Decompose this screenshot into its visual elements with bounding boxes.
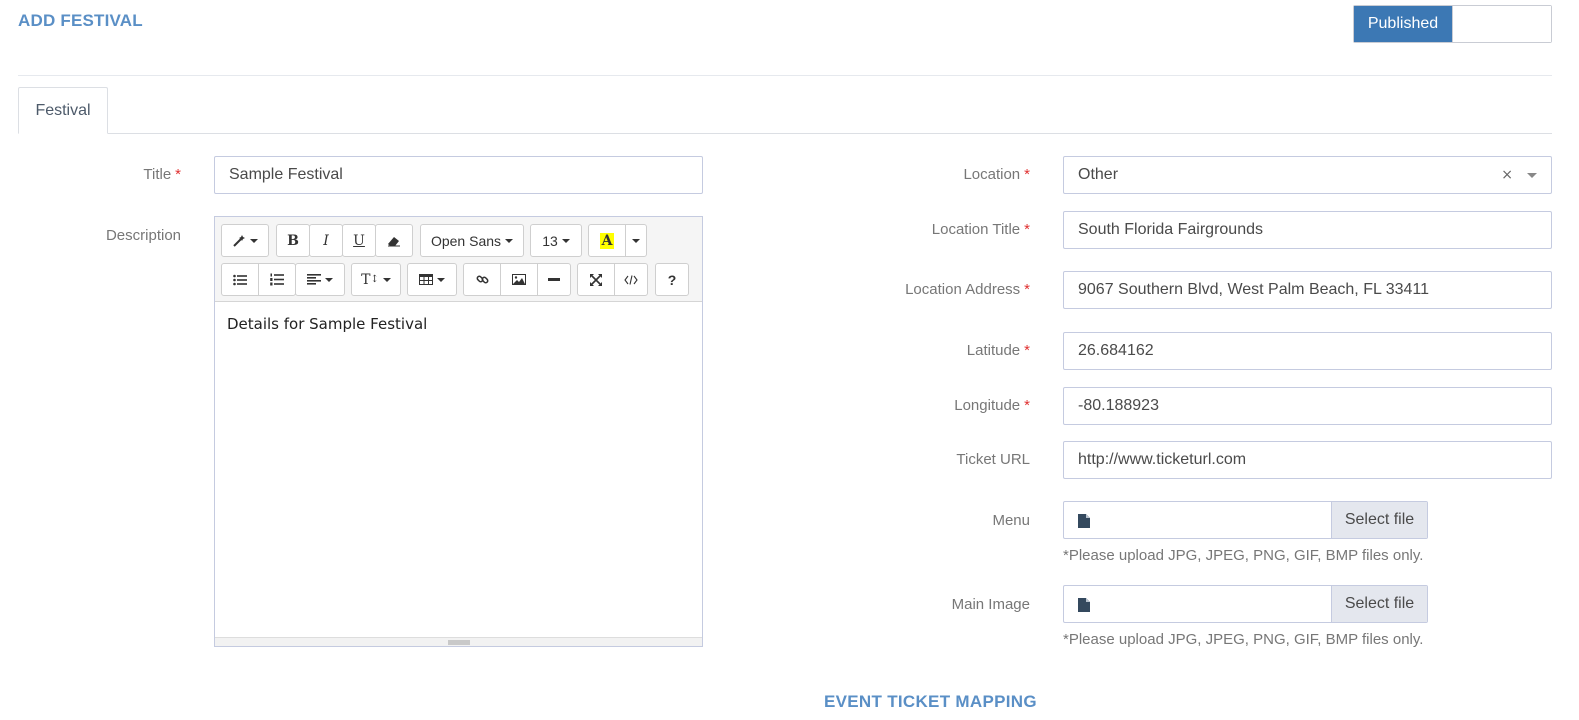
table-dropdown[interactable] — [407, 263, 457, 296]
style-magic-button[interactable] — [221, 224, 269, 257]
eraser-button[interactable] — [375, 224, 413, 257]
header-divider — [18, 75, 1552, 76]
longitude-label: Longitude * — [954, 397, 1030, 414]
font-size-dropdown[interactable]: 13 — [530, 224, 582, 257]
line-height-arrows-icon: ↕ — [370, 274, 379, 285]
unordered-list-button[interactable] — [221, 263, 259, 296]
ticket-url-label: Ticket URL — [956, 451, 1030, 468]
main-image-label: Main Image — [951, 596, 1030, 613]
highlight-color-dropdown[interactable] — [625, 224, 647, 257]
title-label: Title * — [143, 166, 181, 183]
code-view-button[interactable] — [614, 263, 648, 296]
bold-button[interactable]: B — [276, 224, 310, 257]
location-select[interactable]: Other × — [1063, 156, 1552, 194]
ticket-url-input[interactable]: http://www.ticketurl.com — [1063, 441, 1552, 479]
tab-festival[interactable]: Festival — [18, 87, 108, 134]
file-icon — [1078, 598, 1090, 612]
font-family-dropdown[interactable]: Open Sans — [420, 224, 524, 257]
location-select-value: Other — [1078, 166, 1119, 183]
table-icon — [419, 274, 433, 285]
highlight-icon: A — [599, 232, 615, 249]
image-icon — [512, 274, 526, 285]
editor-resize-handle[interactable] — [215, 637, 702, 646]
font-family-value: Open Sans — [430, 232, 502, 249]
description-editor[interactable]: B I U Open Sans 13 A T ↕ ? Details for S… — [214, 216, 703, 647]
longitude-input[interactable]: -80.188923 — [1063, 387, 1552, 425]
tab-bar-line — [18, 133, 1552, 134]
image-button[interactable] — [500, 263, 538, 296]
eraser-icon — [388, 236, 400, 246]
underline-button[interactable]: U — [342, 224, 376, 257]
ordered-list-button[interactable] — [258, 263, 296, 296]
clear-selection-icon[interactable]: × — [1501, 167, 1513, 183]
description-label: Description — [105, 227, 181, 244]
page-title: ADD FESTIVAL — [18, 11, 143, 30]
latitude-label: Latitude * — [966, 342, 1030, 359]
menu-label: Menu — [992, 512, 1030, 529]
magic-wand-icon — [233, 234, 245, 247]
highlight-color-button[interactable]: A — [588, 224, 626, 257]
line-height-dropdown[interactable]: T ↕ — [351, 263, 401, 296]
file-icon — [1078, 514, 1090, 528]
menu-file-input[interactable]: Select file — [1063, 501, 1428, 539]
horizontal-rule-icon — [548, 278, 560, 281]
fullscreen-button[interactable] — [577, 263, 615, 296]
menu-upload-hint: *Please upload JPG, JPEG, PNG, GIF, BMP … — [1063, 547, 1424, 564]
published-toggle-off-side[interactable] — [1452, 6, 1551, 42]
location-label: Location * — [963, 166, 1030, 183]
chevron-down-icon[interactable] — [1527, 173, 1537, 178]
editor-toolbar: B I U Open Sans 13 A T ↕ ? — [215, 217, 702, 302]
paragraph-align-dropdown[interactable] — [295, 263, 345, 296]
menu-select-file-button[interactable]: Select file — [1331, 502, 1427, 538]
fullscreen-icon — [590, 273, 602, 286]
published-toggle-on-label[interactable]: Published — [1354, 6, 1452, 42]
code-icon — [624, 274, 638, 285]
published-toggle[interactable]: Published — [1353, 5, 1552, 43]
title-input[interactable]: Sample Festival — [214, 156, 703, 194]
editor-content[interactable]: Details for Sample Festival — [227, 315, 427, 333]
event-ticket-mapping-heading: EVENT TICKET MAPPING — [824, 692, 1037, 711]
resize-grip-icon — [448, 640, 470, 645]
italic-button[interactable]: I — [309, 224, 343, 257]
help-button[interactable]: ? — [655, 263, 689, 296]
font-size-value: 13 — [542, 232, 558, 249]
link-button[interactable] — [463, 263, 501, 296]
location-address-input[interactable]: 9067 Southern Blvd, West Palm Beach, FL … — [1063, 271, 1552, 309]
main-image-upload-hint: *Please upload JPG, JPEG, PNG, GIF, BMP … — [1063, 631, 1424, 648]
main-image-select-file-button[interactable]: Select file — [1331, 586, 1427, 622]
align-left-icon — [307, 274, 321, 285]
location-address-label: Location Address * — [905, 281, 1030, 298]
bullet-list-icon — [233, 274, 247, 285]
location-title-input[interactable]: South Florida Fairgrounds — [1063, 211, 1552, 249]
line-height-icon: T — [361, 271, 371, 288]
main-image-file-input[interactable]: Select file — [1063, 585, 1428, 623]
numbered-list-icon — [270, 273, 284, 286]
link-icon — [476, 275, 488, 284]
latitude-input[interactable]: 26.684162 — [1063, 332, 1552, 370]
location-title-label: Location Title * — [931, 221, 1030, 238]
horizontal-rule-button[interactable] — [537, 263, 571, 296]
